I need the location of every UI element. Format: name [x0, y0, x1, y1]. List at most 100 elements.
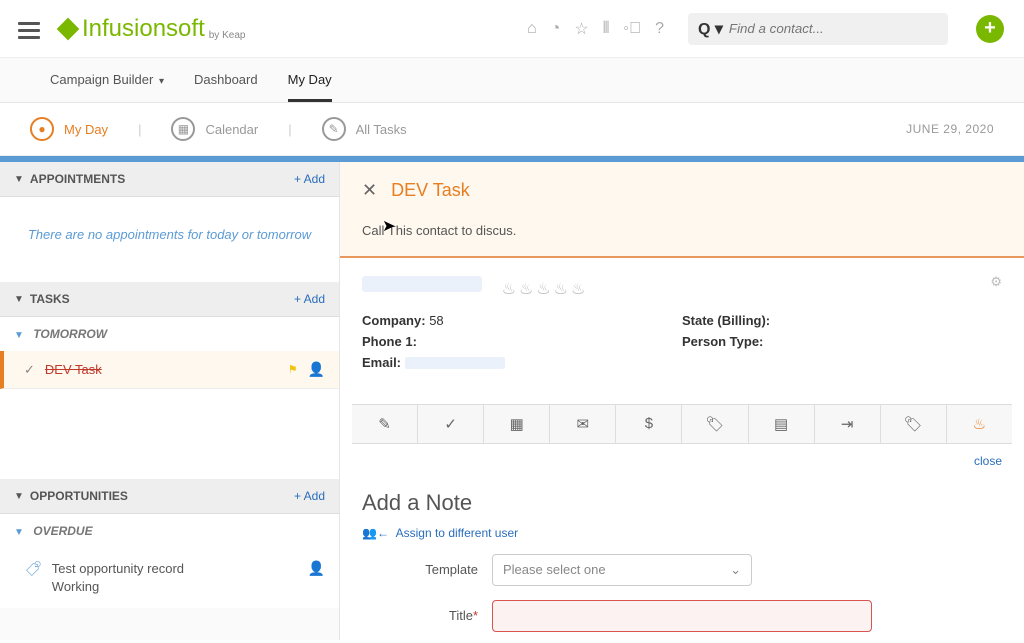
template-select[interactable]: Please select one ⌄: [492, 554, 752, 586]
appointments-header[interactable]: ▼ APPOINTMENTS + Add: [0, 162, 339, 197]
spacer: [0, 389, 339, 479]
logo-text: Infusionsoft: [82, 15, 205, 43]
note-heading: Add a Note: [362, 490, 1002, 516]
opportunities-header[interactable]: ▼ OPPORTUNITIES + Add: [0, 479, 339, 514]
logo-icon: [57, 17, 80, 40]
edit-action[interactable]: ✎: [352, 405, 418, 443]
section-title: OPPORTUNITIES: [30, 489, 128, 503]
tag-icon: 🏷: [24, 560, 41, 578]
add-opportunity-link[interactable]: + Add: [294, 489, 325, 503]
title-input[interactable]: [492, 600, 872, 632]
label-action[interactable]: 🏷: [881, 405, 947, 443]
add-appointment-link[interactable]: + Add: [294, 172, 325, 186]
tab-my-day[interactable]: My Day: [288, 72, 332, 102]
label: Company:: [362, 313, 426, 328]
home-icon[interactable]: ⌂: [527, 20, 537, 38]
gear-icon[interactable]: ⚙: [990, 274, 1002, 290]
separator: |: [138, 122, 141, 137]
flame-action[interactable]: ♨: [947, 405, 1012, 443]
caret-down-icon: ▼: [14, 174, 24, 185]
appointments-empty: There are no appointments for today or t…: [0, 197, 339, 282]
separator: |: [288, 122, 291, 137]
subtab-label: All Tasks: [356, 122, 407, 137]
label: Email:: [362, 355, 401, 370]
add-button[interactable]: +: [976, 15, 1004, 43]
email-redacted: [405, 357, 505, 369]
select-placeholder: Please select one: [503, 562, 606, 577]
person-icon[interactable]: 👤: [308, 361, 325, 378]
tab-dashboard[interactable]: Dashboard: [194, 72, 258, 102]
required-mark: *: [473, 608, 478, 623]
action-bar: ✎ ✓ ▦ ✉ $ 🏷 ▤ ⇥ 🏷 ♨: [352, 404, 1012, 444]
opportunity-line1: Test opportunity record: [52, 560, 308, 578]
add-task-link[interactable]: + Add: [294, 292, 325, 306]
tasks-header[interactable]: ▼ TASKS + Add: [0, 282, 339, 317]
detail-header: ✕ DEV Task: [340, 162, 1024, 213]
activity-icon[interactable]: ⫴: [603, 20, 610, 38]
subtab-my-day[interactable]: ● My Day: [30, 117, 108, 141]
label: State (Billing):: [682, 313, 770, 328]
detail-title: DEV Task: [391, 180, 470, 201]
email-action[interactable]: ✉: [550, 405, 616, 443]
close-icon[interactable]: ✕: [362, 180, 377, 201]
complete-action[interactable]: ✓: [418, 405, 484, 443]
tag-action[interactable]: 🏷: [682, 405, 748, 443]
search-icon: Q ▾: [698, 19, 723, 39]
note-action[interactable]: ▤: [749, 405, 815, 443]
state-field: State (Billing):: [682, 313, 1002, 328]
add-note-section: Add a Note 👥← Assign to different user T…: [340, 480, 1024, 640]
label: Person Type:: [682, 334, 763, 349]
star-icon[interactable]: ☆: [574, 19, 588, 39]
assign-user-link[interactable]: 👥← Assign to different user: [362, 526, 1002, 540]
task-name: DEV Task: [45, 362, 102, 377]
opportunity-text: Test opportunity record Working: [52, 560, 308, 596]
calendar-icon: ▦: [171, 117, 195, 141]
flame-rating: ♨♨♨♨♨: [502, 279, 589, 299]
contact-card: ⚙ ♨♨♨♨♨ Company: 58 Phone 1: Email: Stat…: [340, 258, 1024, 394]
user-icon[interactable]: ◦⃝: [623, 20, 641, 38]
value: 58: [429, 313, 443, 328]
menu-button[interactable]: [18, 18, 40, 43]
assign-label: Assign to different user: [396, 526, 519, 540]
myday-icon: ●: [30, 117, 54, 141]
subtab-all-tasks[interactable]: ✎ All Tasks: [322, 117, 407, 141]
logo: Infusionsoft by Keap: [60, 15, 245, 43]
clock-icon[interactable]: ◔: [551, 20, 561, 38]
caret-down-icon: ▼: [14, 491, 24, 502]
payment-action[interactable]: $: [616, 405, 682, 443]
search-box[interactable]: Q ▾: [688, 13, 948, 45]
section-title: TASKS: [30, 292, 70, 306]
tab-campaign-builder[interactable]: Campaign Builder ▾: [50, 72, 164, 102]
search-input[interactable]: [729, 21, 929, 36]
tab-label: Campaign Builder: [50, 72, 153, 87]
contact-name-redacted: [362, 276, 482, 292]
flag-icon[interactable]: ⚑: [288, 363, 298, 376]
chevron-down-icon: ⌄: [730, 562, 741, 578]
task-row[interactable]: ✓ DEV Task ⚑ 👤: [0, 351, 339, 389]
hierarchy-action[interactable]: ⇥: [815, 405, 881, 443]
logo-subtext: by Keap: [209, 30, 246, 41]
caret-down-icon: ▼: [14, 294, 24, 305]
check-icon[interactable]: ✓: [24, 362, 35, 378]
subtab-calendar[interactable]: ▦ Calendar: [171, 117, 258, 141]
email-field: Email:: [362, 355, 682, 370]
tasks-group-tomorrow[interactable]: ▼ TOMORROW: [0, 317, 339, 351]
detail-panel: ✕ DEV Task Call This contact to discus. …: [340, 162, 1024, 640]
close-link[interactable]: close: [340, 448, 1024, 480]
left-panel: ▼ APPOINTMENTS + Add There are no appoin…: [0, 162, 340, 640]
person-type-field: Person Type:: [682, 334, 1002, 349]
person-icon[interactable]: 👤: [308, 560, 325, 577]
opportunity-row[interactable]: 🏷 Test opportunity record Working 👤: [0, 548, 339, 608]
subtab-label: My Day: [64, 122, 108, 137]
assign-icon: 👥←: [362, 526, 389, 540]
detail-description: Call This contact to discus.: [340, 213, 1024, 258]
label-text: Title: [449, 608, 473, 623]
opportunities-group-overdue[interactable]: ▼ OVERDUE: [0, 514, 339, 548]
tasks-icon: ✎: [322, 117, 346, 141]
title-label: Title*: [362, 608, 492, 623]
phone-field: Phone 1:: [362, 334, 682, 349]
group-label: OVERDUE: [33, 524, 92, 538]
help-icon[interactable]: ?: [655, 20, 664, 38]
caret-down-icon: ▼: [14, 527, 24, 538]
calendar-action[interactable]: ▦: [484, 405, 550, 443]
